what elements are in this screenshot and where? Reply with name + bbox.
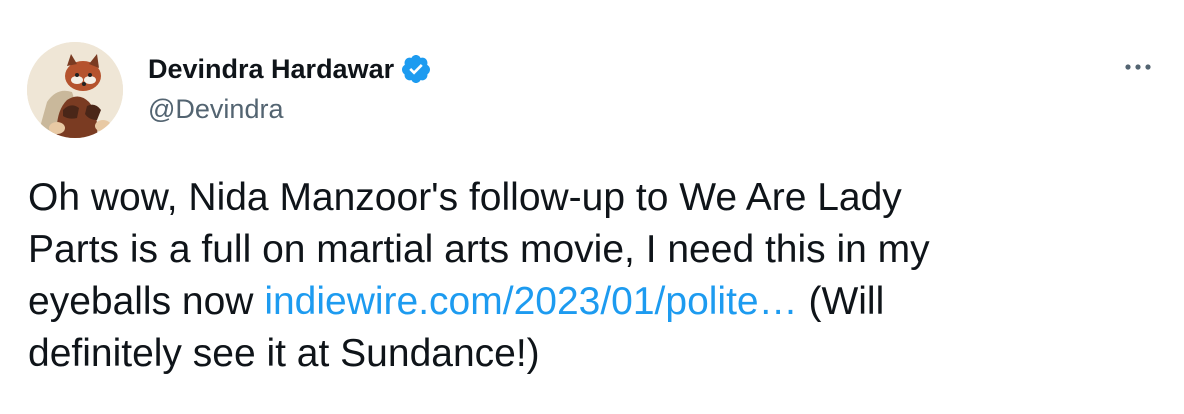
tweet-text-line: Parts is a full on martial arts movie, I…	[28, 228, 930, 271]
author-avatar[interactable]	[27, 42, 123, 138]
more-options-button[interactable]	[1120, 55, 1156, 79]
tweet-text: Oh wow, Nida Manzoor's follow-up to We A…	[28, 172, 1138, 380]
more-horizontal-icon	[1125, 64, 1151, 70]
author-display-name[interactable]: Devindra Hardawar	[148, 53, 394, 85]
verified-badge-icon	[400, 53, 432, 85]
tweet-text-line: Oh wow, Nida Manzoor's follow-up to We A…	[28, 176, 902, 219]
tweet-text-line: eyeballs now indiewire.com/2023/01/polit…	[28, 276, 1138, 328]
author-name-row: Devindra Hardawar	[148, 53, 432, 85]
tweet-card: Devindra Hardawar @Devindra Oh wow, Nida…	[0, 0, 1184, 414]
tweet-text-segment: (Will	[797, 280, 885, 323]
tweet-text-line: definitely see it at Sundance!)	[28, 332, 540, 375]
author-handle[interactable]: @Devindra	[148, 93, 283, 125]
red-panda-avatar-icon	[27, 42, 123, 138]
article-link[interactable]: indiewire.com/2023/01/polite…	[264, 280, 797, 323]
tweet-text-segment: eyeballs now	[28, 280, 265, 323]
